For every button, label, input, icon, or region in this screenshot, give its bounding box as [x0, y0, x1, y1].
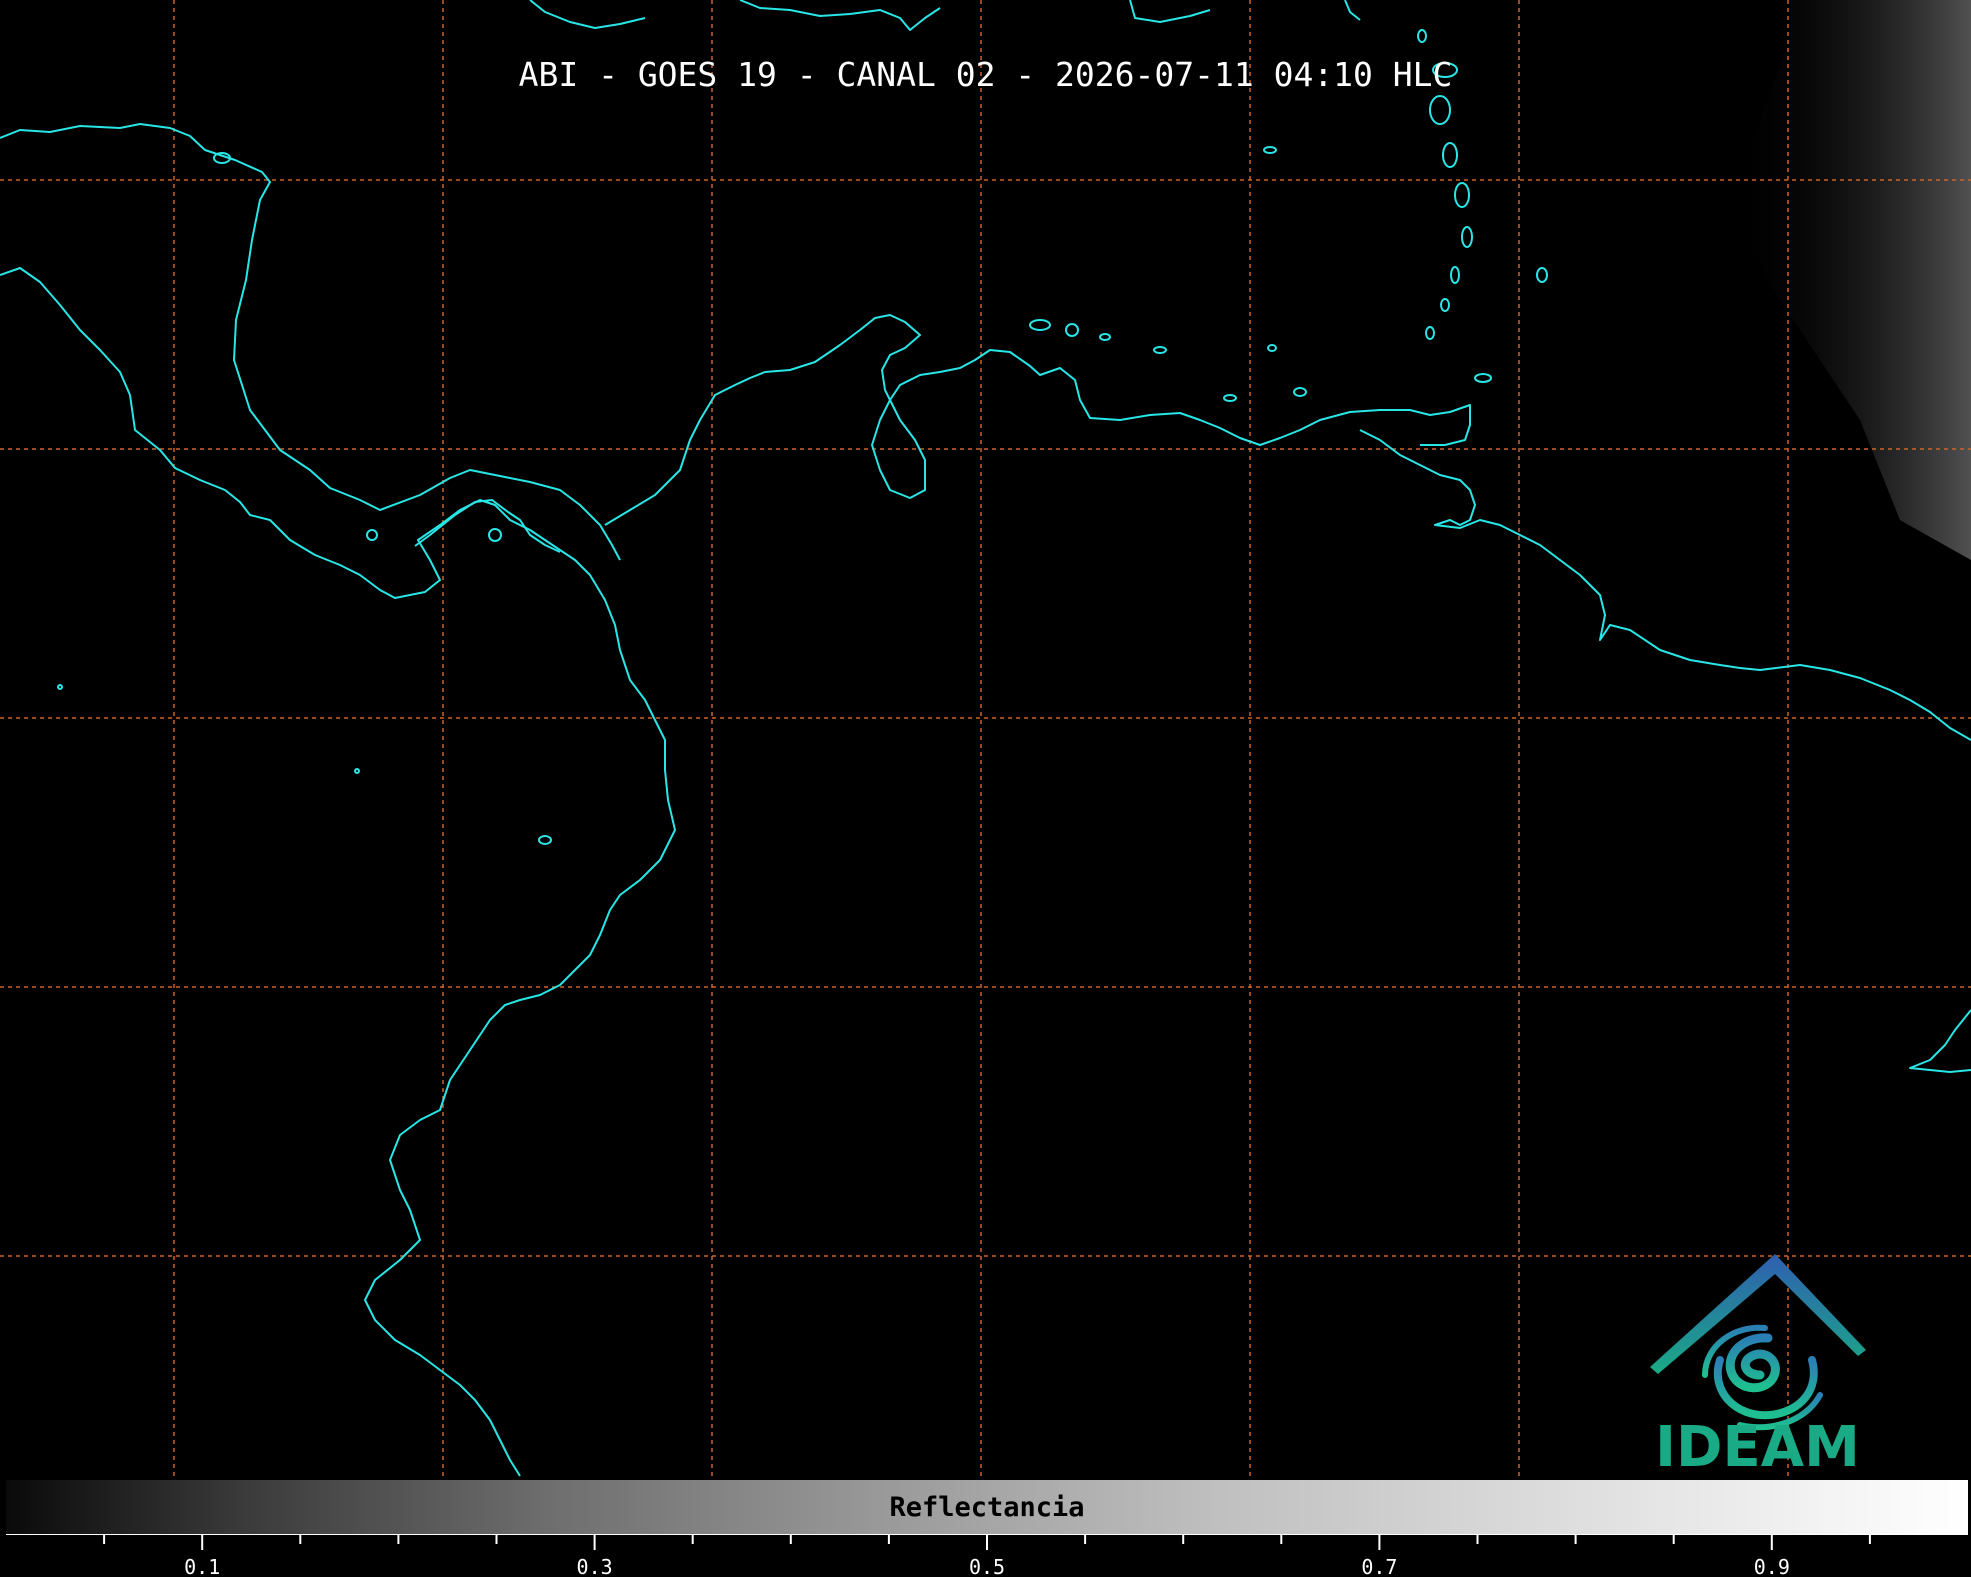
colorbar-label: Reflectancia [889, 1492, 1085, 1523]
logo-text: IDEAM [1655, 1415, 1860, 1480]
tick-label-0-5: 0.5 [968, 1555, 1006, 1577]
tick-label-0-7: 0.7 [1361, 1555, 1398, 1577]
satellite-image-viewer: ABI - GOES 19 - CANAL 02 - 2026-07-11 04… [0, 0, 1971, 1577]
logo-swirl [1702, 1324, 1823, 1431]
image-title: ABI - GOES 19 - CANAL 02 - 2026-07-11 04… [518, 55, 1453, 94]
tick-label-0-9: 0.9 [1753, 1555, 1790, 1577]
tick-label-0-3: 0.3 [576, 1555, 613, 1577]
tick-label-0-1: 0.1 [184, 1555, 221, 1577]
reflectance-colorbar: Reflectancia [6, 1480, 1968, 1534]
